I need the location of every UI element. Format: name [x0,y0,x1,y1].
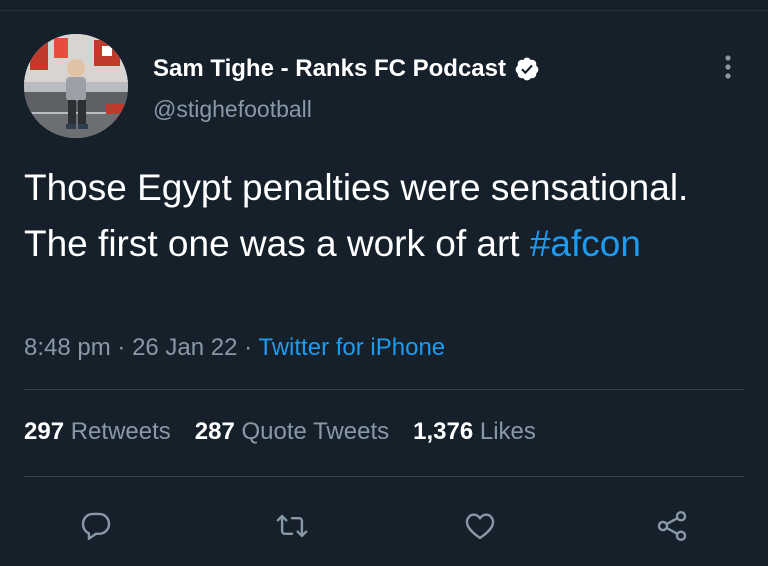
meta-separator: · [117,334,126,361]
tweet-actions [0,504,768,548]
avatar[interactable] [24,34,128,138]
retweets-count: 297 [24,418,65,445]
retweets-stat[interactable]: 297 Retweets [24,418,171,445]
more-options-icon[interactable] [716,51,740,83]
tweet-date[interactable]: 26 Jan 22 [132,334,237,361]
reply-button[interactable] [74,504,118,548]
tweet-meta: 8:48 pm · 26 Jan 22 · Twitter for iPhone [24,334,445,362]
retweet-button[interactable] [270,504,314,548]
quote-tweets-count: 287 [194,418,235,445]
engagement-stats: 297 Retweets 287 Quote Tweets 1,376 Likes [24,418,536,446]
tweet-time[interactable]: 8:48 pm [24,334,111,361]
meta-separator: · [244,334,253,361]
tweet-source-link[interactable]: Twitter for iPhone [258,334,445,361]
author-handle[interactable]: @stighefootball [153,96,312,123]
quote-tweets-label: Quote Tweets [241,418,390,445]
like-icon [465,513,495,540]
retweets-label: Retweets [70,418,171,445]
likes-count: 1,376 [413,418,474,445]
divider [24,476,744,477]
divider [24,389,744,390]
like-button[interactable] [458,504,502,548]
verified-badge-icon [515,57,539,81]
top-divider [0,10,768,11]
avatar-photo [24,34,128,138]
likes-label: Likes [479,418,536,445]
author-name-row[interactable]: Sam Tighe - Ranks FC Podcast [153,55,540,83]
hashtag-link[interactable]: #afcon [530,223,641,264]
tweet-text: Those Egypt penalties were sensational. … [24,160,744,272]
quote-tweets-stat[interactable]: 287 Quote Tweets [195,418,389,445]
reply-icon [81,512,111,540]
likes-stat[interactable]: 1,376 Likes [413,418,536,445]
share-icon [657,510,687,542]
retweet-icon [276,514,308,538]
author-display-name[interactable]: Sam Tighe - Ranks FC Podcast [153,55,506,83]
share-button[interactable] [650,504,694,548]
